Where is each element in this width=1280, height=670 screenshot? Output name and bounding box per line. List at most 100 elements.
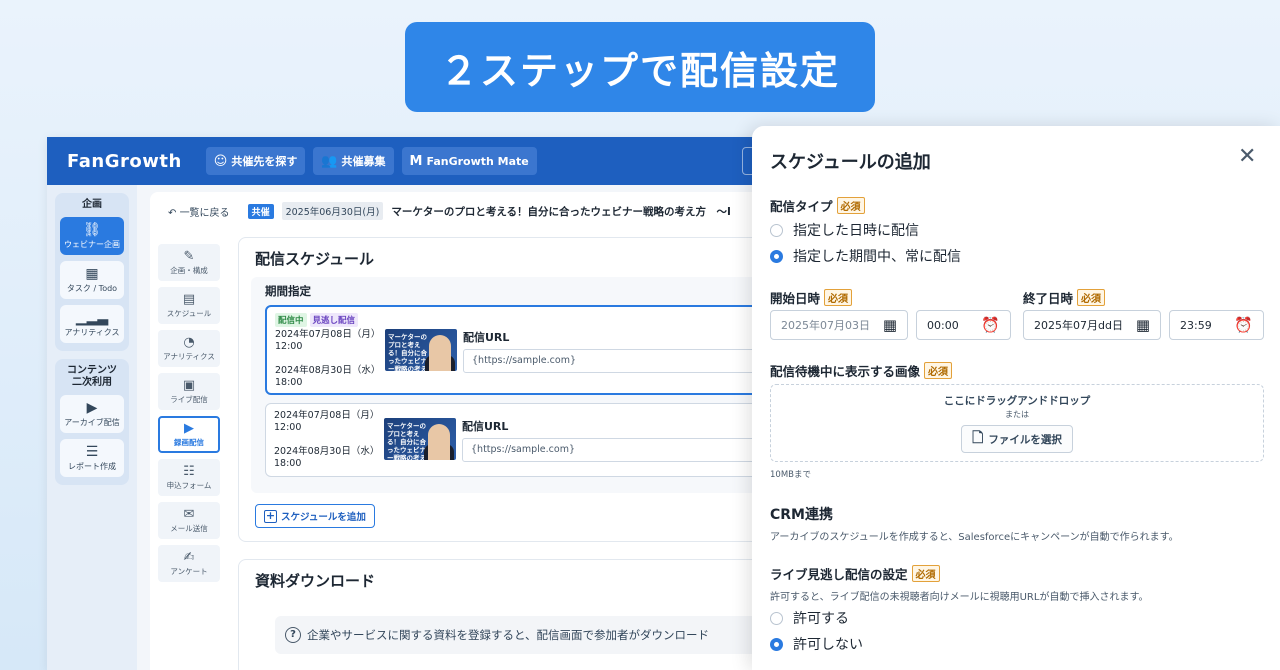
choose-file-button[interactable]: 🗋 ファイルを選択 [961, 425, 1073, 453]
end-time: 18:00 [274, 458, 302, 469]
download-title: 資料ダウンロード [255, 572, 376, 590]
add-schedule-panel: スケジュールの追加 ✕ 配信タイプ 必須 指定した日時に配信 指定した期間中、常… [752, 126, 1280, 670]
end-time: 18:00 [275, 377, 303, 388]
people-icon: 👥 [321, 153, 338, 169]
event-title: マーケターのプロと考える！自分に合ったウェビナー戦略の考え方 〜I [391, 205, 731, 218]
bar-chart-icon: ▁▂▃ [75, 309, 109, 326]
rail-item-archive[interactable]: ▶ アーカイブ配信 [60, 395, 124, 433]
search-cohost-label: 共催先を探す [231, 155, 298, 168]
rail-item-analytics[interactable]: ▁▂▃ アナリティクス [60, 305, 124, 343]
start-time-field[interactable]: 00:00 ⏰ [916, 310, 1011, 340]
end-date-field[interactable]: 2025年07月dd日 ▦ [1023, 310, 1161, 340]
dropzone-or: または [1005, 410, 1029, 419]
calendar-icon[interactable]: ▦ [1136, 316, 1150, 334]
thumbnail-text: マーケターのプロと考える！自分に合ったウェビナー戦略の考え方 [387, 422, 426, 460]
rail-group-title: 企画 [82, 199, 102, 210]
delivery-type-text: 配信タイプ [770, 199, 833, 214]
end-time-field[interactable]: 23:59 ⏰ [1169, 310, 1264, 340]
breadcrumb: ↶ 一覧に戻る 共催 2025年06月30日(月) マーケターのプロと考える！自… [150, 192, 807, 230]
schedule-item[interactable]: 配信中 見逃し配信 2024年07月08日（月） 12:00 2024年08月3… [265, 305, 807, 395]
live-badge: 配信中 [275, 313, 307, 327]
replay-option-deny[interactable]: 許可しない [770, 634, 863, 654]
top-bar: FanGrowth ☺ 共催先を探す 👥 共催募集 M FanGrowth Ma… [47, 137, 807, 185]
clock-icon[interactable]: ⏰ [1234, 316, 1253, 334]
radio-checked[interactable] [770, 637, 783, 651]
required-badge: 必須 [911, 565, 940, 582]
subnav-planning[interactable]: ✎ 企画・構成 [158, 244, 220, 281]
radio-unchecked[interactable] [770, 223, 783, 237]
type-option-datetime[interactable]: 指定した日時に配信 [770, 220, 919, 240]
dropzone-text: ここにドラッグアンドドロップ [943, 395, 1091, 407]
cohost-recruit-label: 共催募集 [341, 155, 386, 168]
app-window: FanGrowth ☺ 共催先を探す 👥 共催募集 M FanGrowth Ma… [47, 137, 807, 670]
schedule-badges: 配信中 見逃し配信 [275, 313, 359, 327]
close-icon[interactable]: ✕ [1238, 146, 1256, 168]
handshake-icon: ☺ [213, 153, 228, 169]
end-time-value: 23:59 [1180, 318, 1212, 332]
form-icon: ☷ [183, 463, 195, 479]
left-rail: 企画 ⛓ ウェビナー企画 ▦ タスク / Todo ▁▂▃ アナリティクス コン… [47, 185, 137, 670]
subnav-mail[interactable]: ✉ メール送信 [158, 502, 220, 539]
rail-item-label: アナリティクス [64, 327, 120, 337]
rail-group-title: コンテンツ 二次利用 [67, 365, 117, 388]
required-badge: 必須 [836, 197, 865, 214]
delivery-type-label: 配信タイプ 必須 [770, 196, 865, 215]
end-label-text: 終了日時 [1023, 291, 1074, 306]
headline-banner: ２ステップで配信設定 [405, 22, 875, 112]
replay-description: 許可すると、ライブ配信の未視聴者向けメールに視聴用URLが自動で挿入されます。 [770, 592, 1149, 603]
subnav-schedule[interactable]: ▤ スケジュール [158, 287, 220, 324]
start-date: 2024年07月08日（月） [274, 410, 380, 421]
radio-checked[interactable] [770, 249, 783, 263]
subnav-analytics[interactable]: ◔ アナリティクス [158, 330, 220, 367]
subnav-form[interactable]: ☷ 申込フォーム [158, 459, 220, 496]
subnav-label: 録画配信 [174, 437, 204, 447]
rail-item-label: ウェビナー企画 [64, 239, 120, 249]
add-schedule-button[interactable]: + スケジュールを追加 [255, 504, 375, 528]
start-time: 12:00 [274, 422, 302, 433]
radio-unchecked[interactable] [770, 611, 783, 625]
waiting-image-label: 配信待機中に表示する画像 必須 [770, 361, 953, 380]
rail-item-report[interactable]: ☰ レポート作成 [60, 439, 124, 477]
network-icon: ⛓ [83, 221, 101, 238]
start-date-value: 2025年07月03日 [781, 319, 870, 332]
subnav-live[interactable]: ▣ ライブ配信 [158, 373, 220, 410]
panel-title: スケジュールの追加 [770, 152, 931, 173]
subnav-label: スケジュール [166, 308, 212, 318]
download-info-text: 企業やサービスに関する資料を登録すると、配信画面で参加者がダウンロード [307, 628, 710, 642]
search-cohost-button[interactable]: ☺ 共催先を探す [205, 147, 306, 175]
rail-item-label: タスク / Todo [66, 283, 118, 293]
rail-item-webinar-planning[interactable]: ⛓ ウェビナー企画 [60, 217, 124, 255]
fangrowth-mate-button[interactable]: M FanGrowth Mate [401, 147, 537, 175]
subnav-label: アナリティクス [163, 351, 215, 361]
required-badge: 必須 [924, 362, 953, 379]
image-dropzone[interactable]: ここにドラッグアンドドロップ または 🗋 ファイルを選択 [770, 384, 1264, 462]
waiting-image-text: 配信待機中に表示する画像 [770, 364, 921, 379]
schedule-title: 配信スケジュール [255, 250, 374, 268]
rail-item-tasks[interactable]: ▦ タスク / Todo [60, 261, 124, 299]
schedule-item[interactable]: 2024年07月08日（月） 12:00 2024年08月30日（水） 18:0… [265, 403, 807, 477]
fangrowth-logo[interactable]: FanGrowth [67, 151, 182, 172]
start-date-field[interactable]: 2025年07月03日 ▦ [770, 310, 908, 340]
download-card: 資料ダウンロード ? 企業やサービスに関する資料を登録すると、配信画面で参加者が… [238, 559, 807, 670]
size-note: 10MBまで [770, 470, 811, 480]
start-label-text: 開始日時 [770, 291, 821, 306]
edit-doc-icon: ✎ [183, 248, 195, 264]
subnav-label: アンケート [170, 566, 208, 576]
rail-group-content-reuse: コンテンツ 二次利用 ▶ アーカイブ配信 ☰ レポート作成 [55, 359, 129, 485]
video-file-icon: ▶ [184, 420, 194, 436]
type-option-period[interactable]: 指定した期間中、常に配信 [770, 246, 961, 266]
subnav-recording[interactable]: ▶ 録画配信 [158, 416, 220, 453]
sub-navigation: ✎ 企画・構成 ▤ スケジュール ◔ アナリティクス ▣ ライブ配信 ▶ 録画配信 ☷ 申込… [158, 244, 220, 582]
back-link[interactable]: ↶ 一覧に戻る [168, 204, 230, 219]
calendar-icon[interactable]: ▦ [883, 316, 897, 334]
calendar-icon: ▦ [85, 265, 99, 282]
replay-option-allow[interactable]: 許可する [770, 608, 849, 628]
cohost-recruit-button[interactable]: 👥 共催募集 [313, 147, 394, 175]
subnav-survey[interactable]: ✍ アンケート [158, 545, 220, 582]
period-box: 期間指定 配信中 見逃し配信 2024年07月08日（月） 12:00 2024… [251, 277, 807, 493]
url-label: 配信URL [463, 331, 510, 344]
rail-item-label: レポート作成 [68, 461, 116, 471]
url-label: 配信URL [462, 420, 509, 433]
mail-icon: ✉ [183, 506, 195, 522]
clock-icon[interactable]: ⏰ [981, 316, 1000, 334]
